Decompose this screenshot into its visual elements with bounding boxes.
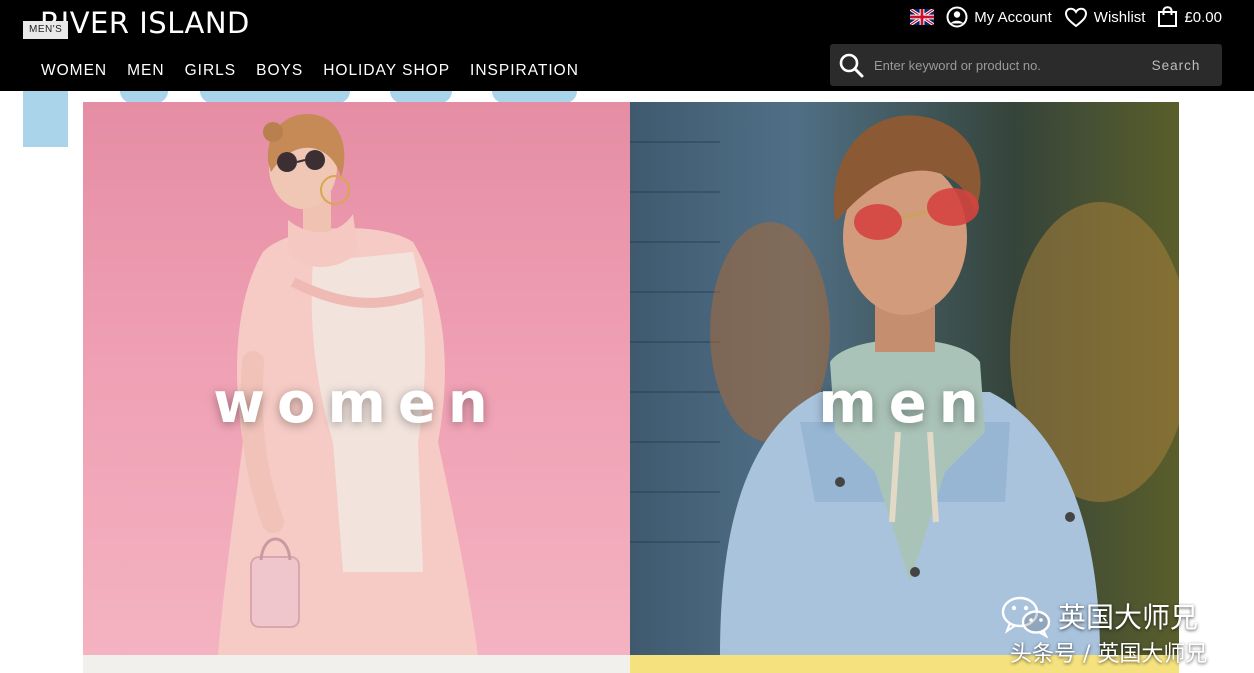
nav-item-holiday-shop[interactable]: HOLIDAY SHOP: [323, 61, 450, 81]
watermark-title: 英国大师兄: [1058, 601, 1199, 634]
wishlist-label: Wishlist: [1093, 8, 1146, 26]
account-icon: [946, 6, 968, 28]
nav-item-inspiration[interactable]: INSPIRATION: [470, 61, 579, 81]
men-category-tile[interactable]: men: [630, 102, 1179, 655]
women-category-tile[interactable]: women: [83, 102, 630, 655]
section-badge: MEN'S: [23, 21, 69, 39]
main-nav: WOMEN MEN GIRLS BOYS HOLIDAY SHOP INSPIR…: [41, 61, 579, 81]
men-category-label: men: [818, 371, 991, 436]
search-icon[interactable]: [838, 52, 864, 78]
women-category-label: women: [213, 371, 500, 436]
search-button[interactable]: Search: [1136, 50, 1216, 80]
wishlist-link[interactable]: Wishlist: [1064, 7, 1146, 28]
hero-banner: women men: [83, 102, 1179, 673]
watermark-subtitle: 头条号 / 英国大师兄: [1010, 642, 1208, 667]
search-bar: Search: [830, 44, 1222, 86]
site-header: RIVER ISLAND MEN'S WOMEN MEN GIRLS BOYS …: [0, 0, 1254, 91]
utility-bar: My Account Wishlist £0.00: [898, 5, 1222, 29]
site-logo[interactable]: RIVER ISLAND: [40, 4, 250, 42]
heart-icon: [1064, 7, 1087, 27]
country-selector[interactable]: [910, 9, 935, 25]
search-input[interactable]: [874, 50, 1124, 80]
decorative-blue-block: [23, 91, 68, 147]
uk-flag-icon: [910, 9, 935, 25]
nav-item-men[interactable]: MEN: [127, 61, 164, 81]
next-row-preview-left: [83, 655, 630, 673]
nav-item-girls[interactable]: GIRLS: [185, 61, 237, 81]
bag-total: £0.00: [1184, 8, 1222, 26]
nav-item-women[interactable]: WOMEN: [41, 61, 107, 81]
wechat-icon: [1001, 596, 1051, 638]
watermark: 英国大师兄: [1000, 594, 1198, 638]
shopping-bag-link[interactable]: £0.00: [1157, 6, 1222, 28]
account-label: My Account: [974, 8, 1052, 26]
nav-item-boys[interactable]: BOYS: [256, 61, 303, 81]
account-link[interactable]: My Account: [946, 6, 1052, 28]
shopping-bag-icon: [1158, 6, 1178, 27]
